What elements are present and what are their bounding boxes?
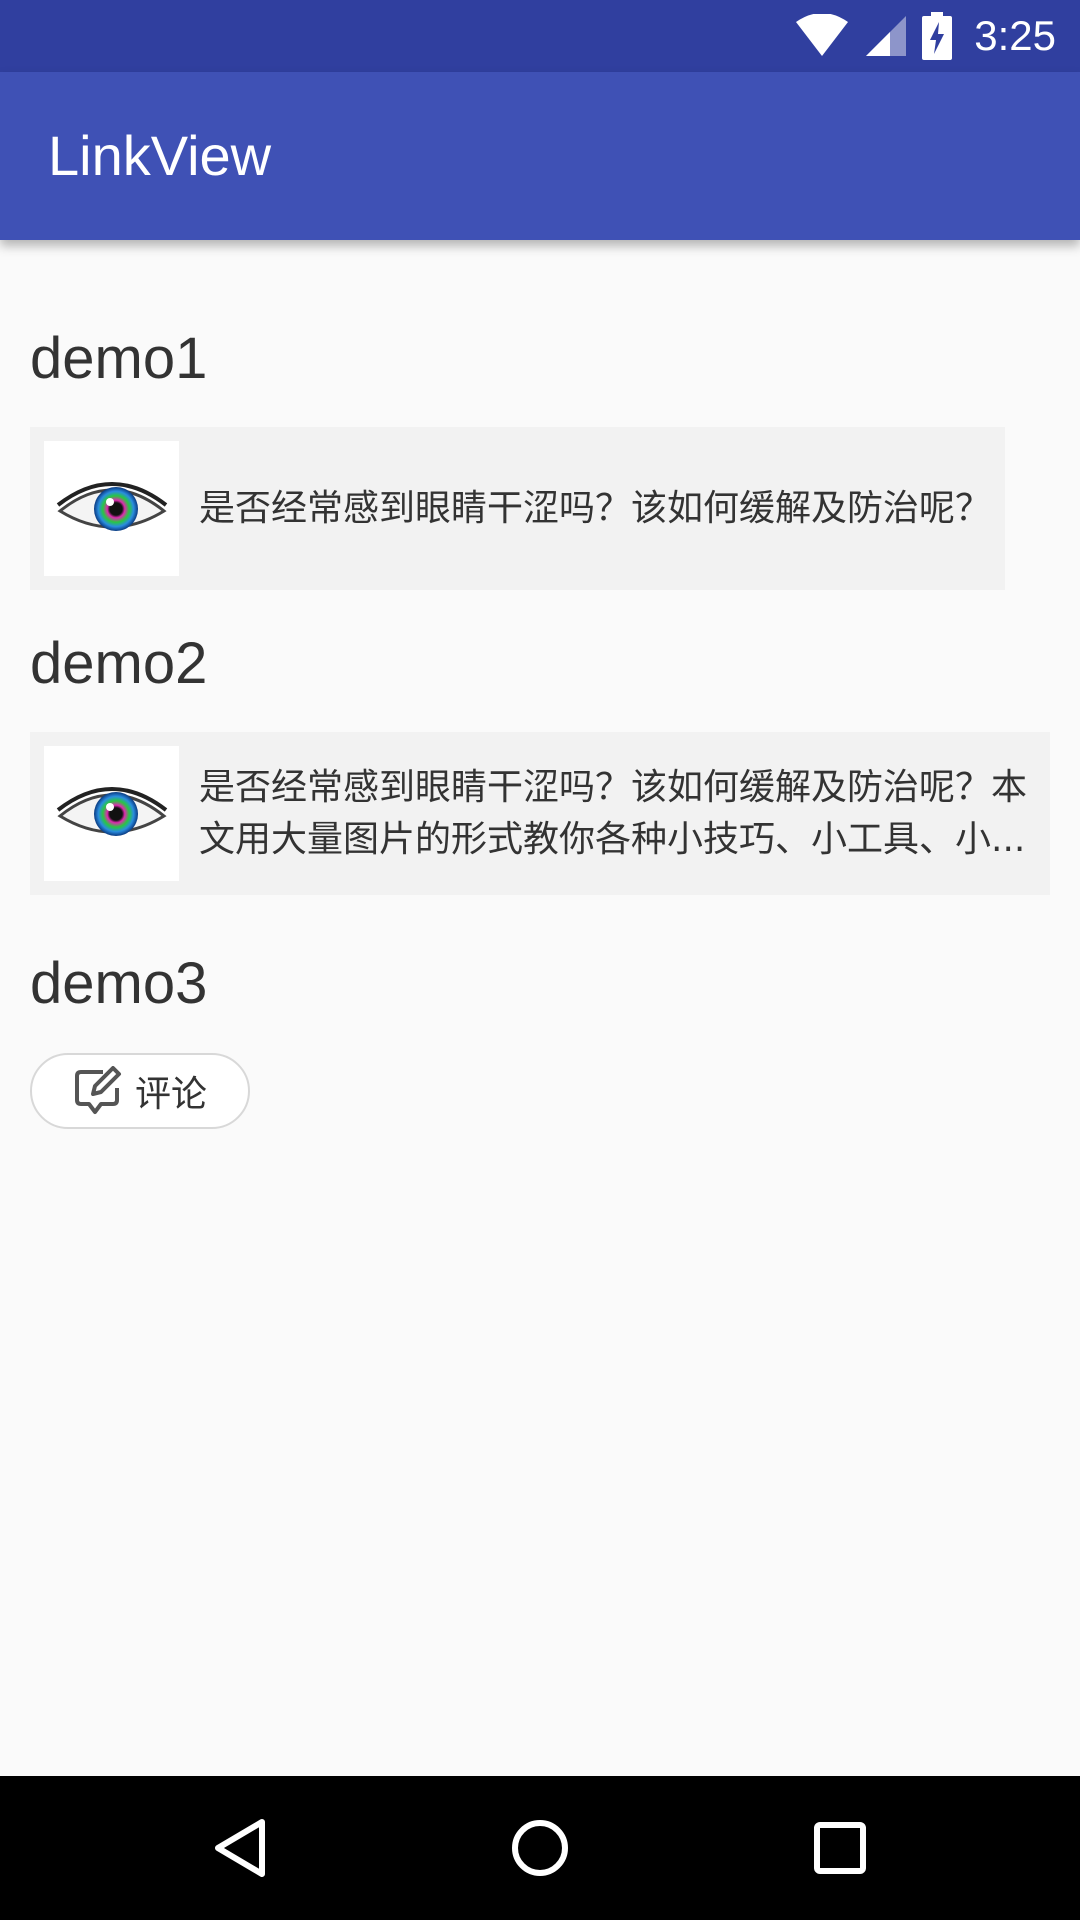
demo1-link-card[interactable]: 是否经常感到眼睛干涩吗？该如何缓解及防治呢？ bbox=[30, 427, 1005, 590]
edit-comment-icon bbox=[73, 1066, 123, 1116]
app-title: LinkView bbox=[48, 124, 272, 187]
back-button[interactable] bbox=[180, 1776, 300, 1920]
comment-button[interactable]: 评论 bbox=[30, 1053, 250, 1129]
status-time: 3:25 bbox=[974, 12, 1056, 59]
demo2-title: demo2 bbox=[30, 631, 208, 696]
eye-image bbox=[44, 746, 179, 881]
recents-icon bbox=[813, 1821, 867, 1875]
demo1-title: demo1 bbox=[30, 326, 208, 391]
app-bar: LinkView bbox=[0, 72, 1080, 240]
demo2-link-card[interactable]: 是否经常感到眼睛干涩吗？该如何缓解及防治呢？本文用大量图片的形式教你各种小技巧、… bbox=[30, 732, 1050, 895]
demo3-title: demo3 bbox=[30, 951, 208, 1016]
comment-label: 评论 bbox=[134, 1074, 207, 1115]
demo1-card-text: 是否经常感到眼睛干涩吗？该如何缓解及防治呢？ bbox=[199, 487, 992, 529]
home-icon bbox=[510, 1818, 570, 1878]
screen: 3:25 LinkView demo1 是否经常感到眼睛干涩吗？该如何缓解及防治… bbox=[0, 0, 1080, 1920]
demo2-card-text: 是否经常感到眼睛干涩吗？该如何缓解及防治呢？本文用大量图片的形式教你各种小技巧、… bbox=[199, 766, 1028, 860]
battery-charging-icon bbox=[922, 12, 953, 60]
wifi-icon bbox=[794, 14, 850, 58]
eye-image bbox=[44, 441, 179, 576]
recents-button[interactable] bbox=[780, 1776, 900, 1920]
back-icon bbox=[212, 1818, 268, 1878]
status-bar: 3:25 bbox=[0, 0, 1080, 72]
status-icons: 3:25 bbox=[780, 0, 1056, 72]
navigation-bar bbox=[0, 1776, 1080, 1920]
cell-signal-icon bbox=[864, 14, 908, 58]
home-button[interactable] bbox=[480, 1776, 600, 1920]
